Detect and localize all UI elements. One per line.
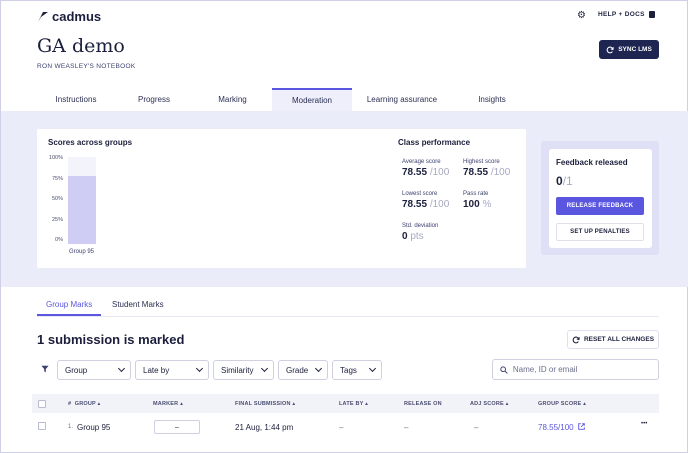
chevron-down-icon (195, 364, 204, 373)
select-all-checkbox[interactable] (38, 400, 46, 408)
late-by-filter[interactable]: Late by (135, 360, 209, 380)
scores-card-title: Scores across groups (48, 138, 133, 147)
average-score-value: 78.55 /100 (402, 167, 450, 178)
scores-card (37, 129, 526, 268)
class-performance-title: Class performance (398, 138, 471, 147)
col-header-group[interactable]: # GROUP ▴ (68, 401, 101, 407)
search-icon (500, 365, 508, 374)
tags-filter[interactable]: Tags (332, 360, 382, 380)
grade-filter-label: Grade (286, 365, 309, 375)
reset-all-changes-button[interactable]: RESET ALL CHANGES (567, 330, 659, 349)
feedback-released-title: Feedback released (556, 158, 628, 167)
row-more-options-icon[interactable]: ••• (641, 421, 647, 427)
row-group-score-link[interactable]: 78.55/100 (538, 423, 585, 432)
tab-learning-assurance[interactable]: Learning assurance (352, 88, 452, 111)
row-late-by: – (339, 423, 344, 432)
y-tick-label: 75% (51, 176, 63, 182)
help-docs-label: HELP + DOCS (598, 11, 645, 18)
std-deviation-value: 0 pts (402, 231, 424, 242)
std-deviation-label: Std. deviation (402, 223, 439, 229)
gear-icon[interactable]: ⚙ (577, 10, 586, 21)
y-tick-label: 100% (48, 155, 63, 161)
submissions-heading: 1 submission is marked (37, 332, 185, 347)
search-input[interactable] (512, 365, 651, 374)
bar-category-label: Group 95 (69, 249, 95, 255)
group-filter[interactable]: Group (57, 360, 131, 380)
pass-rate-label: Pass rate (463, 191, 489, 197)
bar-group-95[interactable] (68, 176, 96, 244)
pass-rate-value: 100 % (463, 199, 492, 210)
external-link-icon (578, 423, 585, 430)
y-tick-label: 25% (51, 217, 63, 223)
row-number: 1. (68, 424, 74, 430)
chevron-down-icon (314, 364, 323, 373)
grade-filter[interactable]: Grade (278, 360, 328, 380)
row-group-name[interactable]: Group 95 (77, 423, 110, 432)
highest-score-value: 78.55 /100 (463, 167, 511, 178)
book-icon (648, 11, 655, 18)
sync-icon (606, 46, 614, 53)
chevron-down-icon (117, 364, 126, 373)
filter-icon[interactable] (41, 365, 49, 375)
row-checkbox[interactable] (38, 422, 46, 430)
row-final-submission: 21 Aug, 1:44 pm (235, 423, 294, 432)
col-header-release-on: RELEASE ON (404, 401, 442, 407)
release-feedback-button[interactable]: RELEASE FEEDBACK (556, 197, 644, 215)
chevron-down-icon (260, 364, 269, 373)
row-adj-score[interactable]: – (474, 423, 478, 432)
col-header-adj-score[interactable]: ADJ SCORE ▴ (470, 401, 509, 407)
subtab-group-marks[interactable]: Group Marks (46, 300, 92, 309)
cadmus-logo-icon (38, 11, 48, 22)
feedback-released-count: 0/1 (556, 174, 573, 188)
subtab-divider (37, 316, 659, 317)
brand-name: cadmus (52, 9, 102, 24)
tab-instructions[interactable]: Instructions (37, 88, 115, 111)
page-title: GA demo (37, 35, 125, 57)
reset-all-changes-label: RESET ALL CHANGES (583, 336, 655, 343)
cadmus-logo[interactable]: cadmus (37, 9, 101, 24)
marker-select[interactable]: – (154, 420, 200, 434)
y-tick-label: 0% (55, 237, 63, 243)
tags-filter-label: Tags (340, 365, 357, 375)
tab-marking[interactable]: Marking (193, 88, 272, 111)
page-subtitle: RON WEASLEY'S NOTEBOOK (37, 63, 136, 70)
lowest-score-label: Lowest score (402, 191, 438, 197)
refresh-icon (572, 336, 580, 343)
sync-lms-button[interactable]: SYNC LMS (599, 40, 659, 59)
similarity-filter[interactable]: Similarity (213, 360, 274, 380)
lowest-score-value: 78.55 /100 (402, 199, 450, 210)
help-docs-link[interactable]: HELP + DOCS (598, 11, 655, 18)
row-release-on: – (404, 423, 409, 432)
chevron-down-icon (368, 364, 377, 373)
subtab-student-marks[interactable]: Student Marks (112, 300, 164, 309)
col-header-final-submission[interactable]: FINAL SUBMISSION ▴ (235, 401, 295, 407)
sync-lms-label: SYNC LMS (618, 46, 652, 53)
y-tick-label: 50% (51, 196, 63, 202)
tab-insights[interactable]: Insights (452, 88, 532, 111)
col-header-late-by[interactable]: LATE BY ▴ (339, 401, 368, 407)
group-filter-label: Group (65, 365, 88, 375)
tab-progress[interactable]: Progress (115, 88, 193, 111)
col-header-marker[interactable]: MARKER ▴ (153, 401, 183, 407)
col-header-group-score[interactable]: GROUP SCORE ▴ (538, 401, 586, 407)
similarity-filter-label: Similarity (221, 365, 254, 375)
highest-score-label: Highest score (463, 159, 500, 165)
set-up-penalties-button[interactable]: SET UP PENALTIES (556, 223, 644, 241)
search-box[interactable] (492, 359, 659, 380)
tab-moderation[interactable]: Moderation (272, 88, 352, 111)
late-by-filter-label: Late by (143, 365, 170, 375)
main-tabs: Instructions Progress Marking Moderation… (37, 88, 532, 111)
average-score-label: Average score (402, 159, 441, 165)
